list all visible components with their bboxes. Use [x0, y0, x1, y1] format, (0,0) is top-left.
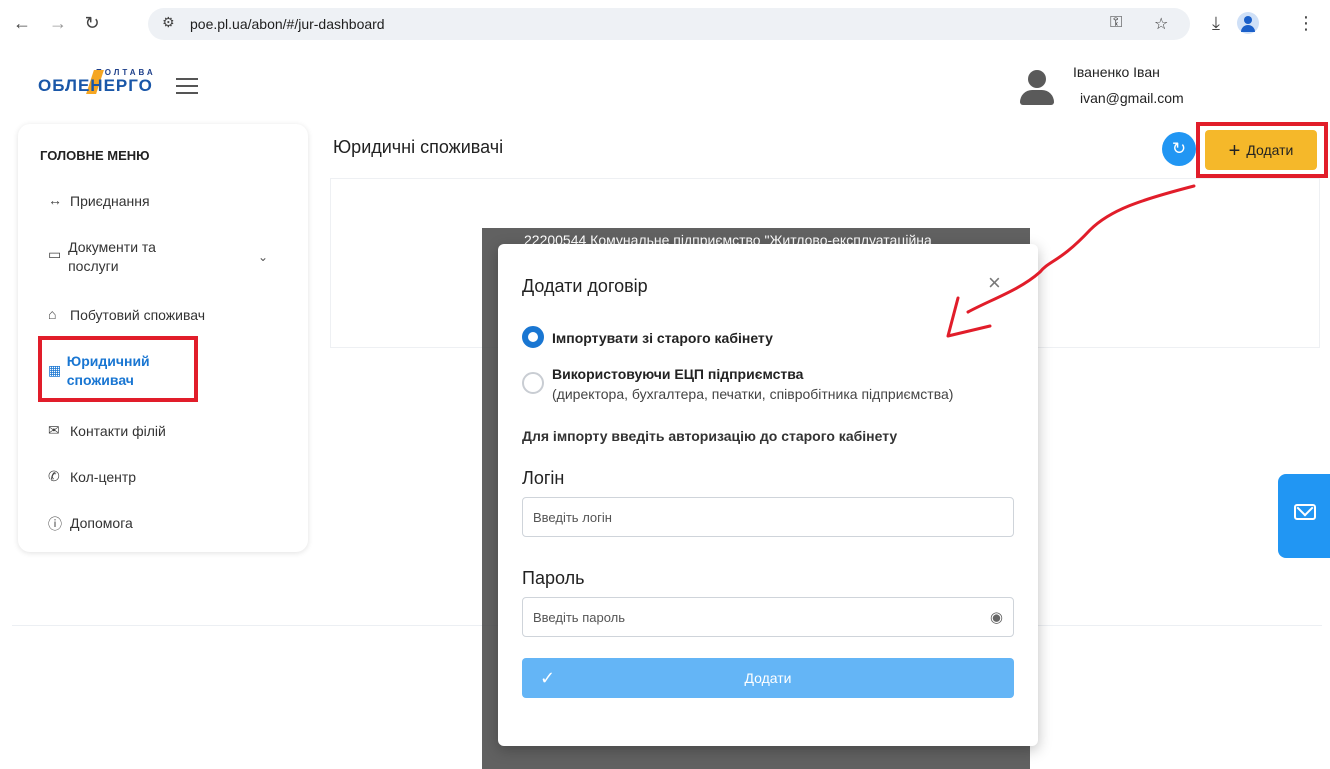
sidebar-item-label: Приєднання: [70, 193, 150, 209]
sidebar-item-label: Документи та послуги: [68, 239, 156, 274]
home-icon: ⌂: [48, 306, 57, 322]
user-avatar-icon[interactable]: [1017, 68, 1057, 108]
radio-digital-signature-sub: (директора, бухгалтера, печатки, співроб…: [552, 386, 954, 402]
password-input[interactable]: [523, 598, 1013, 636]
check-icon: ✓: [540, 668, 556, 688]
url-text: poe.pl.ua/abon/#/jur-dashboard: [190, 16, 385, 32]
sidebar-item-documents[interactable]: ▭ Документи та послуги: [48, 238, 198, 276]
download-icon[interactable]: ⤓: [1204, 11, 1228, 35]
submit-add-button[interactable]: ✓ Додати: [522, 658, 1014, 698]
phone-icon: ✆: [48, 468, 60, 484]
radio-digital-signature[interactable]: [522, 372, 544, 394]
user-name: Іваненко Іван: [1073, 64, 1160, 80]
password-field[interactable]: ◉: [522, 597, 1014, 637]
annotation-box-legal: [38, 336, 198, 402]
radio-digital-signature-label[interactable]: Використовуючи ЕЦП підприємства: [552, 366, 803, 382]
sidebar-item-help[interactable]: ⓘ Допомога: [48, 514, 133, 534]
info-icon: ⓘ: [48, 516, 62, 532]
sidebar-item-household[interactable]: ⌂ Побутовий споживач: [48, 306, 205, 325]
radio-import-old[interactable]: [522, 326, 544, 348]
refresh-icon[interactable]: ↻: [1162, 132, 1196, 166]
sidebar-item-callcenter[interactable]: ✆ Кол-центр: [48, 468, 136, 487]
close-icon[interactable]: ×: [988, 270, 1001, 296]
import-hint: Для імпорту введіть авторизацію до старо…: [522, 428, 898, 444]
radio-import-old-label[interactable]: Імпортувати зі старого кабінету: [552, 330, 773, 346]
arrows-horizontal-icon: ↔: [48, 192, 62, 208]
login-input[interactable]: [523, 498, 1013, 536]
hamburger-menu-icon[interactable]: [176, 78, 198, 94]
sidebar-item-label: Побутовий споживач: [70, 307, 206, 323]
eye-icon[interactable]: ◉: [990, 608, 1003, 626]
reload-icon[interactable]: ↻: [80, 11, 104, 35]
mail-icon: ✉: [48, 422, 60, 438]
star-icon[interactable]: ☆: [1154, 14, 1168, 34]
submit-add-label: Додати: [744, 670, 792, 686]
profile-icon[interactable]: [1237, 12, 1259, 34]
browser-chrome: ← → ↻ ⚙ poe.pl.ua/abon/#/jur-dashboard ⚿…: [0, 0, 1330, 46]
logo-main-text: ОБЛЕНЕРГО: [38, 76, 153, 95]
modal-title: Додати договір: [522, 276, 648, 296]
poltavaoblenergo-logo[interactable]: ПОЛТАВА ОБЛЕНЕРГО: [38, 68, 178, 98]
feedback-button[interactable]: [1278, 474, 1330, 558]
sidebar-item-connection[interactable]: ↔ Приєднання: [48, 192, 150, 211]
chevron-down-icon[interactable]: ⌄: [258, 250, 268, 264]
key-icon[interactable]: ⚿: [1110, 14, 1122, 32]
login-field[interactable]: [522, 497, 1014, 537]
login-label: Логін: [522, 468, 565, 488]
forward-icon[interactable]: →: [46, 11, 70, 35]
sidebar-item-label: Допомога: [70, 515, 133, 531]
sidebar-item-label: Контакти філій: [70, 423, 166, 439]
site-settings-icon[interactable]: ⚙: [162, 14, 175, 31]
app-header: ПОЛТАВА ОБЛЕНЕРГО Іваненко Іван ivan@gma…: [0, 46, 1330, 118]
sidebar-item-contacts[interactable]: ✉ Контакти філій: [48, 422, 166, 441]
back-icon[interactable]: ←: [10, 11, 34, 35]
more-menu-icon[interactable]: ⋮: [1294, 11, 1318, 35]
address-bar[interactable]: ⚙ poe.pl.ua/abon/#/jur-dashboard ⚿ ☆: [148, 8, 1190, 40]
password-label: Пароль: [522, 568, 585, 588]
annotation-box-add: [1196, 122, 1328, 178]
card-icon: ▭: [48, 246, 62, 262]
sidebar-title: ГОЛОВНЕ МЕНЮ: [40, 148, 150, 163]
add-contract-modal: Додати договір × Імпортувати зі старого …: [498, 244, 1038, 746]
envelope-icon: [1294, 504, 1316, 520]
sidebar-item-label: Кол-центр: [70, 469, 137, 485]
page-title: Юридичні споживачі: [333, 137, 504, 157]
user-email: ivan@gmail.com: [1080, 90, 1184, 106]
